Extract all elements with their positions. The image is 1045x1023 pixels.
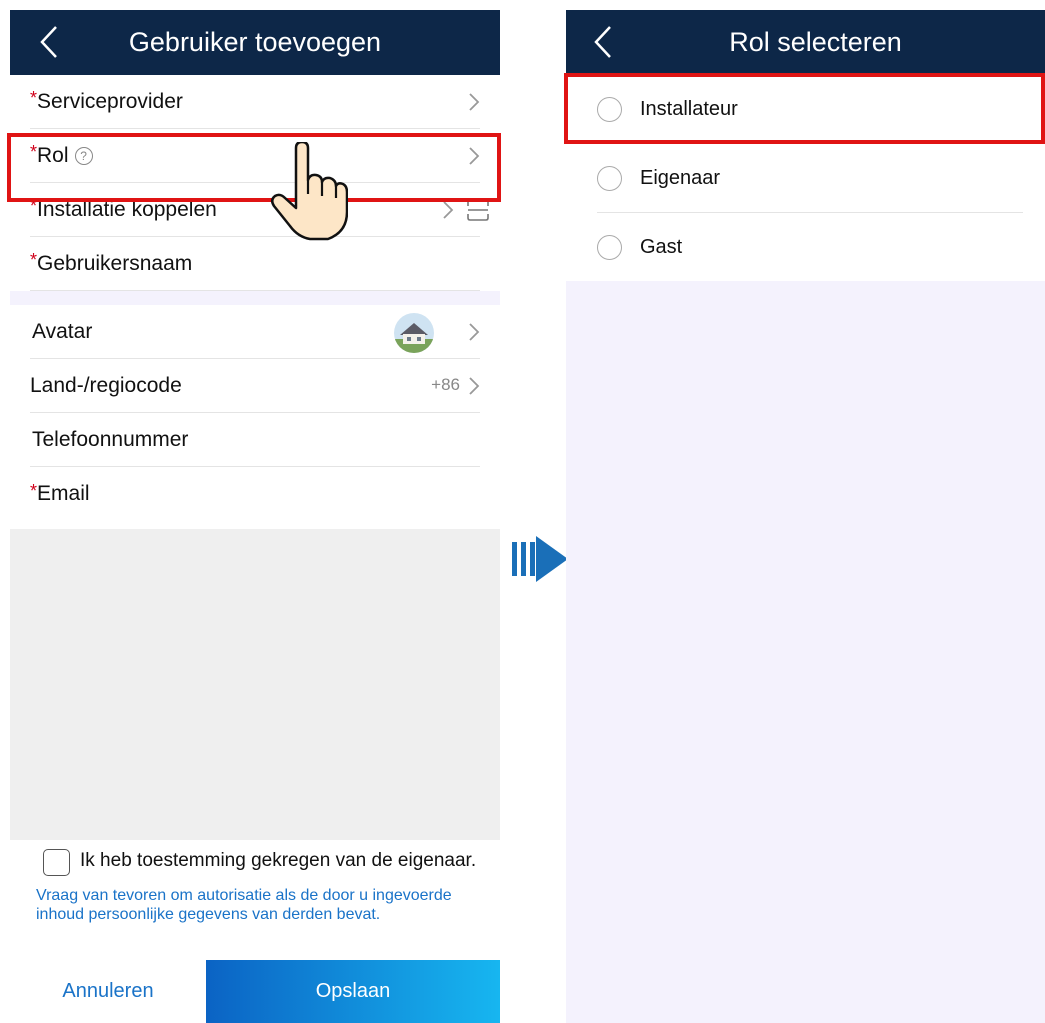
- pointing-hand-icon: [271, 142, 348, 241]
- radio-icon[interactable]: [597, 235, 622, 260]
- required-marker: *: [30, 480, 38, 501]
- role-option-owner[interactable]: Eigenaar: [597, 144, 1023, 213]
- select-role-screen: Rol selecteren Installateur Eigenaar Gas…: [566, 10, 1045, 1023]
- row-label: Telefoonnummer: [32, 427, 189, 451]
- option-label: Eigenaar: [640, 166, 721, 189]
- add-user-screen: Gebruiker toevoegen * Serviceprovider * …: [10, 10, 500, 1023]
- section-divider: [10, 291, 500, 305]
- required-marker: *: [30, 196, 38, 216]
- option-label: Installateur: [640, 98, 738, 120]
- chevron-right-icon: [469, 377, 480, 395]
- consent-label: Ik heb toestemming gekregen van de eigen…: [80, 850, 477, 871]
- required-marker: *: [30, 88, 38, 108]
- page-title: Rol selecteren: [729, 27, 902, 57]
- row-label: Gebruikersnaam: [37, 251, 193, 275]
- title-bar: Gebruiker toevoegen: [10, 10, 500, 75]
- consent-section: Ik heb toestemming gekregen van de eigen…: [10, 840, 500, 960]
- save-button[interactable]: Opslaan: [206, 960, 500, 1023]
- role-option-guest[interactable]: Gast: [597, 213, 1023, 282]
- title-bar: Rol selecteren: [566, 10, 1045, 75]
- scan-icon[interactable]: [466, 198, 490, 222]
- email-row[interactable]: * Email: [30, 467, 480, 521]
- country-code-value: +86: [431, 375, 460, 394]
- username-row[interactable]: * Gebruikersnaam: [30, 237, 480, 291]
- role-options: Installateur Eigenaar Gast: [566, 75, 1045, 281]
- chevron-right-icon: [469, 93, 480, 111]
- required-marker: *: [30, 142, 38, 162]
- row-label: Avatar: [32, 319, 93, 343]
- page-title: Gebruiker toevoegen: [128, 27, 382, 57]
- chevron-right-icon: [443, 201, 454, 219]
- radio-icon[interactable]: [597, 97, 622, 122]
- question-circle-icon[interactable]: ?: [74, 146, 93, 165]
- role-option-installer[interactable]: Installateur: [597, 75, 1023, 144]
- role-row[interactable]: * Rol ?: [30, 129, 480, 183]
- serviceprovider-row[interactable]: * Serviceprovider: [30, 75, 480, 129]
- footer-actions: Annuleren Opslaan: [10, 960, 500, 1023]
- chevron-right-icon: [469, 323, 480, 341]
- forward-arrow-icon: [512, 536, 568, 582]
- avatar[interactable]: [394, 313, 434, 353]
- country-code-row[interactable]: Land-/regiocode +86: [30, 359, 480, 413]
- phone-row[interactable]: Telefoonnummer: [30, 413, 480, 467]
- consent-checkbox[interactable]: [43, 849, 70, 876]
- radio-icon[interactable]: [597, 165, 622, 191]
- cancel-button[interactable]: Annuleren: [10, 960, 206, 1023]
- row-label: Installatie koppelen: [37, 197, 217, 221]
- consent-hint: Vraag van tevoren om autorisatie als de …: [36, 887, 452, 923]
- back-arrow-icon[interactable]: [38, 24, 60, 60]
- empty-area: [10, 529, 500, 840]
- row-label: Land-/regiocode: [30, 373, 182, 397]
- row-label: Email: [37, 482, 90, 505]
- back-arrow-icon[interactable]: [592, 24, 614, 60]
- chevron-right-icon: [469, 147, 480, 165]
- row-label: Rol: [37, 143, 69, 167]
- required-marker: *: [30, 250, 38, 270]
- link-plant-row[interactable]: * Installatie koppelen: [30, 183, 489, 237]
- row-label: Serviceprovider: [37, 89, 183, 113]
- avatar-row[interactable]: Avatar: [30, 305, 480, 359]
- option-label: Gast: [640, 236, 683, 258]
